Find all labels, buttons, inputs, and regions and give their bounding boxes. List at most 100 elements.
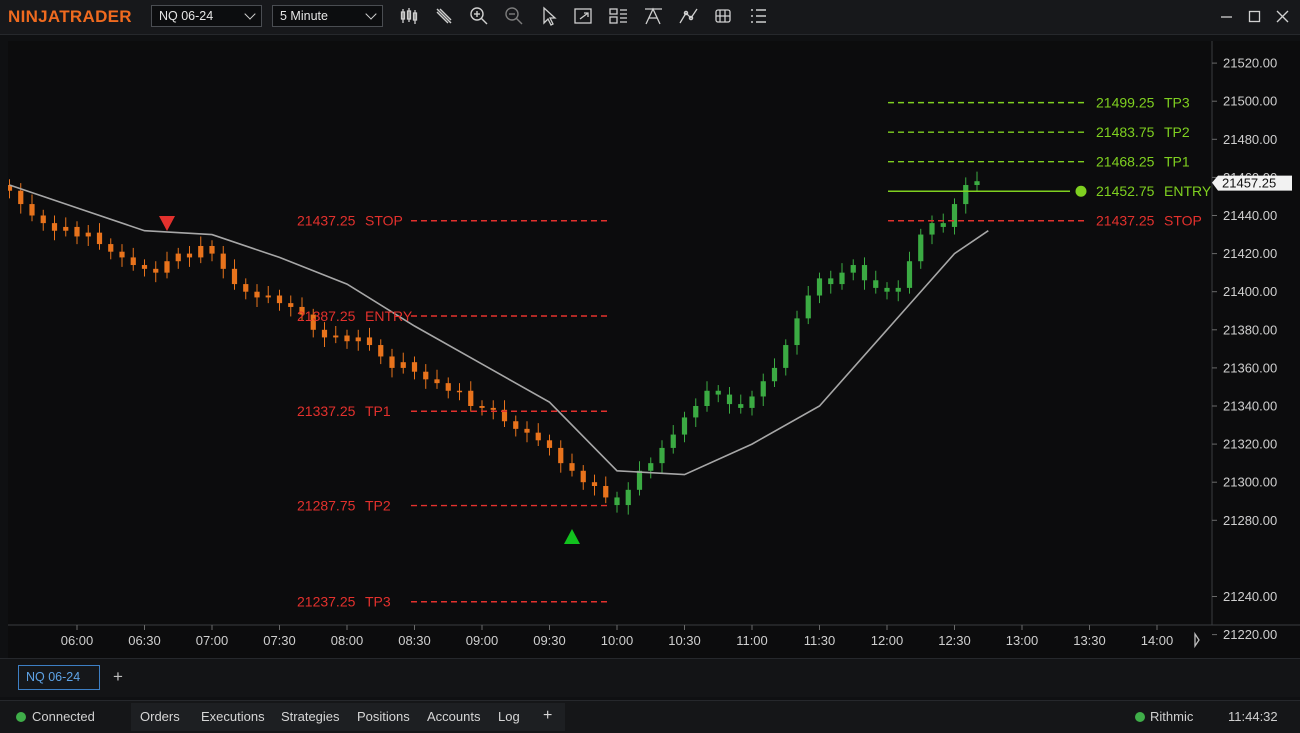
candle-body <box>636 470 643 490</box>
tab-orders[interactable]: Orders <box>140 709 180 724</box>
indicators-icon[interactable] <box>677 5 701 27</box>
price-tick-label: 21520.00 <box>1223 56 1277 71</box>
time-tick-label: 14:00 <box>1141 633 1174 648</box>
drawing-tools-icon[interactable] <box>642 5 666 27</box>
candle-body <box>974 181 980 186</box>
time-tick-label: 07:00 <box>196 633 229 648</box>
price-tick-label: 21500.00 <box>1223 94 1277 109</box>
maximize-icon[interactable] <box>1246 8 1264 26</box>
strategies-icon[interactable] <box>712 5 736 27</box>
candle-body <box>704 390 710 406</box>
tab-positions[interactable]: Positions <box>357 709 410 724</box>
candle-body <box>749 396 755 408</box>
candle-body <box>783 345 789 368</box>
short-level-label: TP3 <box>365 594 391 610</box>
candle-body <box>186 253 193 258</box>
candle-body <box>141 265 148 269</box>
candle-body <box>265 295 271 298</box>
candle-body <box>580 470 586 483</box>
add-tab-button[interactable]: + <box>543 707 552 725</box>
close-icon[interactable] <box>1274 8 1292 26</box>
time-tick-label: 11:00 <box>736 633 768 648</box>
candle-body <box>546 440 553 448</box>
candle-body <box>321 329 328 338</box>
short-level-price: 21287.75 <box>297 498 356 514</box>
chart-canvas[interactable]: 21437.25 STOP 21387.25 ENTRY 21337.25 TP1 2128… <box>6 41 1300 658</box>
candle-body <box>254 291 260 298</box>
candle-body <box>434 379 440 384</box>
connection-status: Connected <box>32 709 95 724</box>
candle-body <box>400 362 406 368</box>
minimize-icon[interactable] <box>1218 8 1236 26</box>
clock: 11:44:32 <box>1228 709 1278 724</box>
pointer-icon[interactable] <box>537 5 561 27</box>
tab-accounts[interactable]: Accounts <box>427 709 480 724</box>
candle-body <box>614 497 620 506</box>
data-box-icon[interactable] <box>747 5 771 27</box>
short-level-price: 21387.25 <box>297 308 356 324</box>
candle-body <box>816 278 823 296</box>
candle-body <box>411 362 418 372</box>
zoom-out-icon[interactable] <box>502 5 526 27</box>
price-tick-label: 21420.00 <box>1223 246 1277 261</box>
short-level-label: TP1 <box>365 403 391 419</box>
candle-body <box>693 406 699 418</box>
candle-body <box>906 261 913 288</box>
short-signal-arrow <box>159 216 175 231</box>
time-tick-label: 09:30 <box>533 633 566 648</box>
price-chart[interactable]: 21437.25 STOP 21387.25 ENTRY 21337.25 TP1 2128… <box>6 41 1300 658</box>
candle-body <box>288 303 294 307</box>
candle-body <box>456 390 463 393</box>
long-level-price: 21452.75 <box>1096 183 1155 199</box>
tab-nq-06-24[interactable]: NQ 06-24 <box>18 665 100 690</box>
export-icon[interactable] <box>572 5 596 27</box>
candle-body <box>918 234 924 262</box>
price-tick-label: 21280.00 <box>1223 513 1277 528</box>
add-tab-button[interactable]: + <box>108 667 128 687</box>
time-tick-label: 10:00 <box>601 633 634 648</box>
candle-body <box>850 265 856 273</box>
candle-body <box>771 367 778 382</box>
time-tick-label: 12:00 <box>871 633 904 648</box>
scroll-right-icon[interactable] <box>1194 631 1200 649</box>
candle-body <box>760 381 766 397</box>
tab-log[interactable]: Log <box>498 709 520 724</box>
chart-properties-icon[interactable] <box>607 5 631 27</box>
candle-body <box>18 190 24 205</box>
short-level-price: 21237.25 <box>297 594 356 610</box>
candle-body <box>535 432 541 441</box>
price-tick-label: 21360.00 <box>1223 360 1277 375</box>
time-tick-label: 08:30 <box>398 633 431 648</box>
bar-type-icon[interactable] <box>398 5 422 27</box>
interval-selector[interactable]: 5 Minute <box>272 5 383 27</box>
long-level-label: ENTRY <box>1164 183 1212 199</box>
candle-body <box>895 287 901 292</box>
tab-strategies[interactable]: Strategies <box>281 709 340 724</box>
price-tick-label: 21340.00 <box>1223 399 1277 414</box>
candle-body <box>715 390 721 395</box>
candle-body <box>524 428 530 433</box>
tab-executions[interactable]: Executions <box>201 709 265 724</box>
candle-body <box>119 251 125 258</box>
app-logo: NINJATRADER <box>8 7 132 26</box>
short-level-price: 21437.25 <box>297 213 356 229</box>
time-tick-label: 06:00 <box>61 633 94 648</box>
time-tick-label: 13:00 <box>1006 633 1039 648</box>
short-level-label: TP2 <box>365 498 391 514</box>
time-tick-label: 12:30 <box>938 633 971 648</box>
price-tick-label: 21380.00 <box>1223 322 1277 337</box>
candle-body <box>726 394 733 405</box>
long-level-label: TP3 <box>1164 95 1190 111</box>
candle-body <box>29 204 35 216</box>
zoom-in-icon[interactable] <box>467 5 491 27</box>
candle-body <box>873 280 879 288</box>
pencil-icon[interactable] <box>432 5 456 27</box>
candle-body <box>603 486 609 498</box>
price-tick-label: 21480.00 <box>1223 132 1277 147</box>
chevron-down-icon <box>244 8 256 20</box>
candle-body <box>231 268 238 285</box>
candle-body <box>243 284 249 292</box>
candle-body <box>490 407 496 410</box>
instrument-selector[interactable]: NQ 06-24 <box>151 5 262 27</box>
chart-tab-strip: NQ 06-24 + <box>0 658 1300 697</box>
